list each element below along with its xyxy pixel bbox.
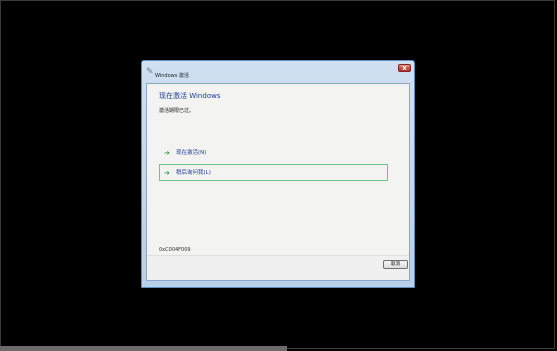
close-button[interactable]: x [398, 64, 411, 72]
activate-now-label: 现在激活(N) [176, 150, 207, 156]
title-bar: ✎ Windows 激活 x [142, 61, 414, 83]
content-main: 现在激活 Windows 激活期限已过。 ➔ 现在激活(N) ➔ 稍后询问我(L… [147, 84, 409, 255]
green-arrow-icon: ➔ [164, 169, 170, 177]
dialog-content: 现在激活 Windows 激活期限已过。 ➔ 现在激活(N) ➔ 稍后询问我(L… [146, 83, 410, 281]
dialog-footer: 取消 [147, 255, 409, 280]
error-code: 0xC004F009 [159, 247, 191, 253]
close-icon: x [402, 64, 407, 72]
activation-dialog: ✎ Windows 激活 x 现在激活 Windows 激活期限已过。 ➔ 现在… [141, 60, 415, 288]
cancel-button[interactable]: 取消 [383, 260, 408, 269]
activate-now-option[interactable]: ➔ 现在激活(N) [159, 144, 388, 161]
activation-icon: ✎ [146, 67, 154, 77]
green-arrow-icon: ➔ [164, 149, 170, 157]
status-message: 激活期限已过。 [159, 108, 195, 114]
bottom-scrollbar [0, 346, 287, 351]
ask-later-option[interactable]: ➔ 稍后询问我(L) [159, 164, 388, 181]
window-title: Windows 激活 [155, 73, 189, 79]
ask-later-label: 稍后询问我(L) [176, 170, 211, 176]
page-title: 现在激活 Windows [159, 92, 221, 100]
